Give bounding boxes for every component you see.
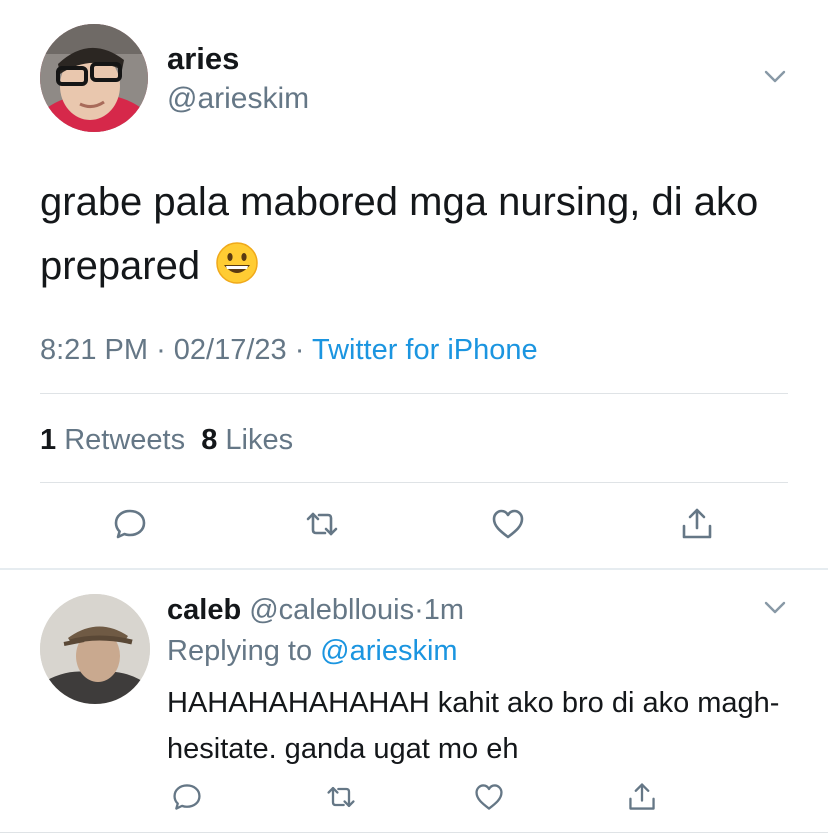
- tweet-text: grabe pala mabored mga nursing, di ako p…: [40, 170, 800, 298]
- reply-handle[interactable]: @calebllouis: [249, 594, 414, 626]
- tweet-menu-button[interactable]: [764, 70, 786, 89]
- reply-icon: [114, 509, 146, 539]
- reply-menu-button[interactable]: [764, 601, 786, 620]
- reply-text: HAHAHAHAHAHAH kahit ako bro di ako magh-…: [167, 687, 780, 765]
- avatar[interactable]: [40, 24, 148, 132]
- replying-prefix: Replying to: [167, 635, 313, 667]
- reply-button[interactable]: [110, 504, 150, 544]
- reply-button[interactable]: [167, 777, 207, 817]
- like-button[interactable]: [488, 504, 528, 544]
- share-icon: [629, 783, 655, 810]
- retweet-icon: [327, 786, 355, 808]
- tweet-meta: 8:21 PM · 02/17/23 · Twitter for iPhone: [40, 330, 538, 370]
- tweet-time: 8:21 PM: [40, 334, 148, 366]
- retweet-button[interactable]: [321, 777, 361, 817]
- display-name[interactable]: aries: [167, 40, 239, 78]
- divider: [40, 393, 788, 394]
- retweet-button[interactable]: [302, 504, 342, 544]
- reply-separator: ·: [414, 594, 424, 626]
- divider: [0, 832, 828, 833]
- tweet-stats: 1 Retweets 8 Likes: [40, 420, 293, 460]
- retweets-stat[interactable]: 1 Retweets: [40, 424, 185, 456]
- replying-to: Replying to @arieskim: [167, 633, 458, 669]
- share-button[interactable]: [677, 504, 717, 544]
- retweets-label: Retweets: [64, 424, 186, 456]
- share-icon: [682, 508, 712, 539]
- user-handle[interactable]: @arieskim: [167, 80, 309, 118]
- chevron-down-icon: [764, 70, 786, 83]
- likes-stat[interactable]: 8 Likes: [201, 424, 293, 456]
- reply-time: 1m: [423, 594, 465, 626]
- tweet-date: 02/17/23: [173, 334, 287, 366]
- reply-header: caleb @calebllouis·1m: [167, 592, 464, 628]
- profile-photo: [40, 594, 150, 704]
- retweet-icon: [306, 512, 338, 536]
- section-separator: [0, 568, 828, 570]
- share-button[interactable]: [622, 777, 662, 817]
- meta-separator: ·: [294, 334, 305, 366]
- like-icon: [475, 784, 503, 810]
- reply-icon: [173, 784, 201, 810]
- like-button[interactable]: [469, 777, 509, 817]
- meta-separator: ·: [156, 334, 166, 366]
- like-icon: [492, 509, 524, 539]
- reply-display-name[interactable]: caleb: [167, 594, 241, 626]
- tweet-body: grabe pala mabored mga nursing, di ako p…: [40, 180, 759, 288]
- likes-count: 8: [201, 424, 218, 456]
- avatar[interactable]: [40, 594, 150, 704]
- grinning-face-emoji: [216, 242, 258, 284]
- divider: [40, 482, 788, 483]
- retweets-count: 1: [40, 424, 57, 456]
- likes-label: Likes: [225, 424, 294, 456]
- chevron-down-icon: [764, 601, 786, 614]
- tweet-source-link[interactable]: Twitter for iPhone: [312, 334, 538, 366]
- mention-link[interactable]: @arieskim: [320, 635, 457, 667]
- profile-photo: [40, 24, 148, 132]
